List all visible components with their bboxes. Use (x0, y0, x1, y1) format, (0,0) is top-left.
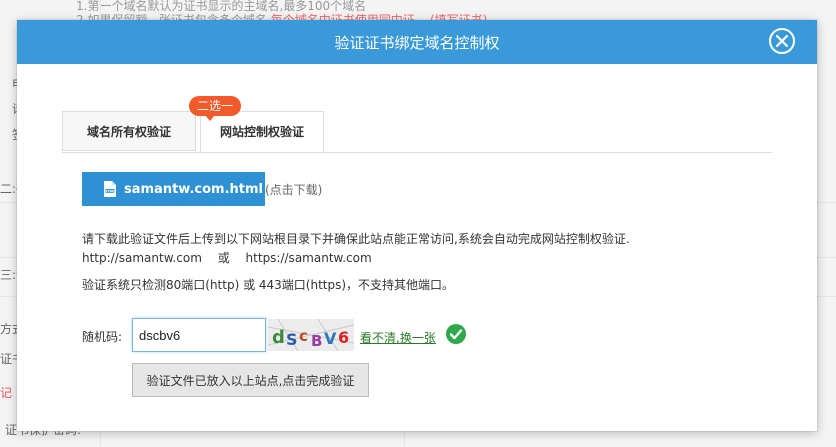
url-https: https://samantw.com (245, 251, 372, 265)
choose-one-badge: 二选一 (189, 96, 242, 121)
complete-verification-button[interactable]: 验证文件已放入以上站点,点击完成验证 (132, 363, 369, 397)
bg-red-note: 记 (0, 386, 13, 400)
download-hint: (点击下载) (265, 183, 323, 197)
captcha-input[interactable] (132, 318, 266, 352)
tab-domain-ownership[interactable]: 域名所有权验证 (62, 111, 196, 151)
instruction-text: 请下载此验证文件后上传到以下网站根目录下并确保此站点能正常访问,系统会自动完成网… (82, 232, 630, 246)
port-note: 验证系统只检测80端口(http) 或 443端口(https)，不支持其他端口… (82, 278, 455, 292)
html-file-icon: HTML (104, 181, 116, 197)
verify-domain-modal: 验证证书绑定域名控制权 域名所有权验证 网站控制权验证 二选一 HTML sam… (17, 20, 817, 431)
close-button[interactable] (769, 28, 795, 54)
svg-text:S: S (286, 330, 298, 349)
captcha-label: 随机码: (82, 330, 123, 344)
svg-text:d: d (272, 327, 285, 348)
verification-tabs: 域名所有权验证 网站控制权验证 (62, 111, 772, 153)
svg-text:c: c (299, 327, 308, 345)
refresh-captcha-link[interactable]: 看不清,换一张 (360, 329, 436, 346)
site-urls: http://samantw.com 或 https://samantw.com (82, 249, 372, 266)
svg-text:HTML: HTML (104, 189, 116, 193)
captcha-image[interactable]: d S c B V 6 (268, 319, 354, 351)
svg-text:V: V (324, 329, 337, 348)
svg-text:6: 6 (338, 328, 349, 347)
modal-header: 验证证书绑定域名控制权 (17, 20, 817, 64)
download-file-button[interactable]: HTML samantw.com.html (82, 172, 265, 206)
modal-title: 验证证书绑定域名控制权 (334, 34, 500, 52)
url-http: http://samantw.com (82, 251, 202, 265)
tab-site-control[interactable]: 网站控制权验证 (200, 111, 324, 152)
close-icon (776, 35, 788, 47)
download-filename: samantw.com.html (124, 181, 264, 197)
captcha-picture: d S c B V 6 (268, 319, 354, 351)
or-text: 或 (217, 251, 230, 265)
check-circle-icon (446, 324, 466, 344)
svg-text:B: B (311, 332, 322, 350)
